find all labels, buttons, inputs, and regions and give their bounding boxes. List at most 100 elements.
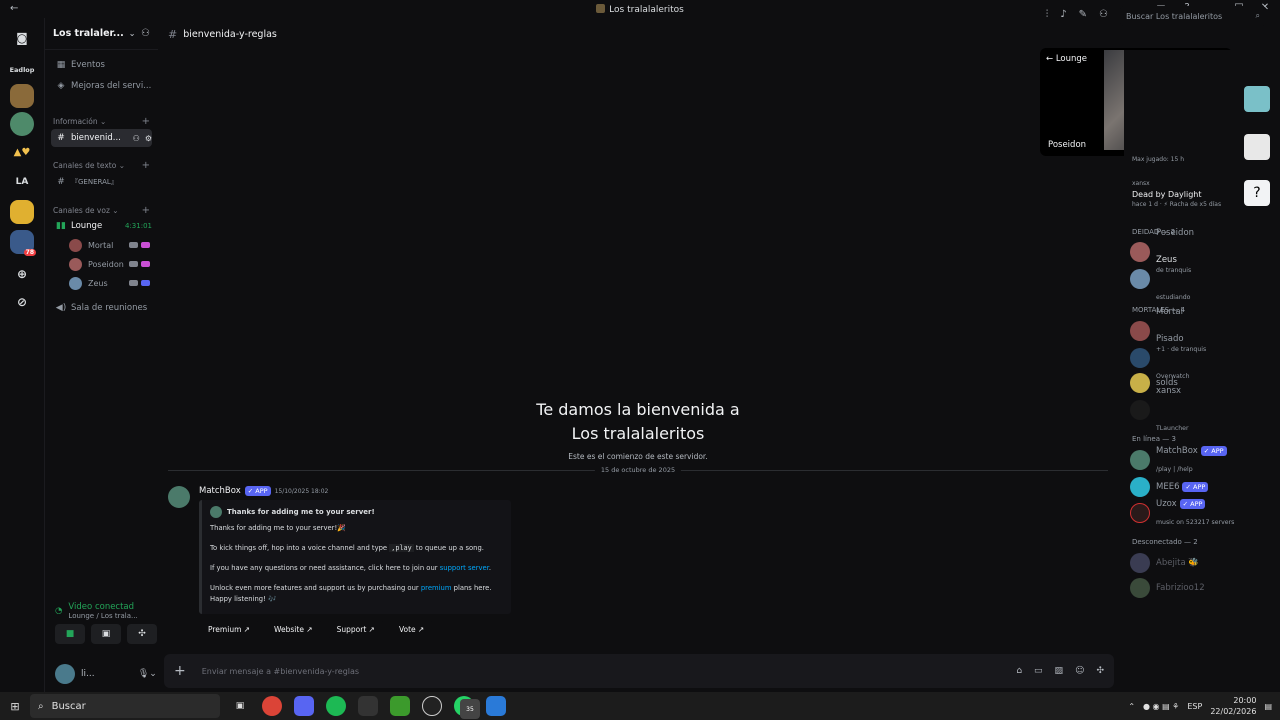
member-item[interactable]: MEE6 ✓ APP: [1130, 474, 1250, 500]
sidebar-item-eventos[interactable]: ▦ Eventos: [51, 56, 152, 74]
app-icon[interactable]: [422, 696, 442, 716]
activity-thumbnail[interactable]: [1244, 86, 1270, 112]
windows-start-icon[interactable]: ⊞: [0, 700, 30, 713]
server-folder[interactable]: 78: [10, 230, 36, 256]
server-eadlop[interactable]: Eadlop: [10, 58, 35, 82]
threads-icon[interactable]: ⫶: [1046, 9, 1049, 20]
gif-icon[interactable]: ▭: [1034, 666, 1043, 676]
message-time: 15/10/2025 18:02: [274, 487, 329, 495]
notifications-icon[interactable]: ▤: [1264, 702, 1272, 711]
member-name: Poseidon: [1156, 228, 1195, 238]
add-channel-icon[interactable]: +: [142, 160, 150, 171]
discord-icon[interactable]: [294, 696, 314, 716]
member-item[interactable]: Pisado Overwatch: [1130, 334, 1250, 380]
guild-header[interactable]: Los tralaler... ⌄ ⚇: [45, 18, 158, 50]
pip-back-link[interactable]: ← Lounge: [1046, 54, 1087, 64]
add-channel-icon[interactable]: +: [142, 205, 150, 216]
pip-user-name: Poseidon: [1048, 140, 1087, 150]
sidebar-item-boosts[interactable]: ◈ Mejoras del servi...: [51, 77, 152, 95]
server-icon[interactable]: ▲♥: [10, 140, 34, 164]
website-button[interactable]: Website ↗: [265, 620, 322, 639]
gear-icon[interactable]: ⚙: [145, 134, 152, 143]
header-toolbar: ⫶ ♪ ✎ ⚇: [1046, 9, 1108, 20]
steam-icon[interactable]: [358, 696, 378, 716]
member-item[interactable]: Fabrizioo12: [1130, 575, 1250, 601]
apps-icon[interactable]: ✣: [1096, 666, 1104, 676]
member-item[interactable]: solds: [1130, 370, 1250, 396]
member-list: Max jugado: 15 h xansx Dead by Daylight …: [1124, 50, 1280, 692]
vote-button[interactable]: Vote ↗: [389, 620, 434, 639]
support-link[interactable]: support server: [440, 564, 489, 572]
taskbar-search[interactable]: ⌕ Buscar: [30, 694, 220, 718]
member-activity: music on 523217 servers: [1156, 518, 1235, 526]
notification-badge: 78: [23, 249, 36, 256]
avatar[interactable]: [168, 486, 190, 508]
chrome-icon[interactable]: [262, 696, 282, 716]
whatsapp-icon[interactable]: 35: [454, 696, 480, 719]
activity-thumbnail[interactable]: [1244, 134, 1270, 160]
channel-general[interactable]: # 『GENERAL』: [51, 173, 152, 191]
bell-icon[interactable]: ♪: [1060, 9, 1066, 20]
add-channel-icon[interactable]: +: [142, 116, 150, 127]
message-author[interactable]: MatchBox: [199, 486, 241, 496]
clock[interactable]: 20:00 22/02/2026: [1210, 695, 1256, 717]
channel-label: 『GENERAL』: [71, 178, 118, 186]
voice-channel-lounge[interactable]: ▮▮ Lounge 4:31:01: [51, 217, 152, 235]
add-attachment-icon[interactable]: +: [174, 663, 186, 679]
question-icon[interactable]: ?: [1244, 180, 1270, 206]
search-input[interactable]: Buscar Los tralalaleritos ⌕: [1120, 6, 1266, 26]
avatar: [1130, 242, 1150, 262]
activity-game[interactable]: Dead by Daylight: [1132, 190, 1202, 199]
member-item[interactable]: Zeus estudiando: [1130, 255, 1250, 301]
member-item[interactable]: xansx TLauncher: [1130, 386, 1250, 432]
message-composer[interactable]: + Enviar mensaje a #bienvenida-y-reglas …: [164, 654, 1114, 688]
task-view-icon[interactable]: ▣: [230, 696, 250, 716]
server-icon[interactable]: [10, 112, 34, 136]
add-server-icon[interactable]: ⊕: [10, 262, 34, 286]
voice-user[interactable]: Zeus: [69, 274, 150, 292]
member-item[interactable]: Abejita 🐝: [1130, 550, 1250, 576]
category-texto[interactable]: Canales de texto ⌄ +: [53, 160, 150, 171]
spotify-icon[interactable]: [326, 696, 346, 716]
avatar: [1130, 400, 1150, 420]
member-item[interactable]: MatchBox ✓ APP/play | /help: [1130, 445, 1250, 473]
pin-icon[interactable]: ✎: [1079, 9, 1087, 20]
premium-button[interactable]: Premium ↗: [199, 620, 260, 639]
screen-share-button[interactable]: ▣: [91, 624, 121, 644]
server-la[interactable]: LA: [10, 170, 34, 194]
voice-user[interactable]: Mortal: [69, 236, 150, 254]
channel-bienvenida[interactable]: # bienvenid... ⚇ ⚙: [51, 129, 152, 147]
avatar[interactable]: [55, 664, 75, 684]
taskbar-search-label: Buscar: [51, 700, 86, 712]
mic-icon[interactable]: 🎙︎⌄: [138, 669, 157, 679]
member-item[interactable]: Mortal +1 · de tranquis: [1130, 307, 1250, 353]
folder-icon[interactable]: [10, 200, 34, 224]
explore-icon[interactable]: ⊘: [10, 290, 34, 314]
chevron-up-icon[interactable]: ⌃: [1128, 702, 1135, 711]
invite-icon[interactable]: ⚇: [141, 28, 150, 39]
member-item[interactable]: Uzox ✓ APP music on 523217 servers: [1130, 498, 1250, 526]
gift-icon[interactable]: ⌂: [1016, 666, 1022, 676]
camera-button[interactable]: ■: [55, 624, 85, 644]
minecraft-icon[interactable]: [390, 696, 410, 716]
member-activity: TLauncher: [1156, 425, 1189, 432]
activities-button[interactable]: ✣: [127, 624, 157, 644]
tray-icons[interactable]: ● ◉ ▤ ⚘: [1143, 702, 1179, 711]
voice-user[interactable]: Poseidon: [69, 255, 150, 273]
voice-channel-meeting[interactable]: ◀) Sala de reuniones: [51, 299, 152, 317]
category-informacion[interactable]: Información ⌄ +: [53, 116, 150, 127]
avatar: [1130, 321, 1150, 341]
voice-location[interactable]: Lounge / Los trala...: [68, 612, 137, 620]
sticker-icon[interactable]: ▨: [1055, 666, 1064, 676]
emoji-icon[interactable]: ☺: [1075, 666, 1084, 676]
language-indicator[interactable]: ESP: [1187, 702, 1202, 711]
support-button[interactable]: Support ↗: [327, 620, 384, 639]
server-icon[interactable]: [10, 84, 34, 108]
hash-icon: #: [168, 27, 178, 41]
app-icon[interactable]: [486, 696, 506, 716]
premium-link[interactable]: premium: [421, 584, 452, 592]
category-voz[interactable]: Canales de voz ⌄ +: [53, 205, 150, 216]
invite-icon[interactable]: ⚇: [133, 134, 140, 143]
discord-home-icon[interactable]: ◙: [10, 26, 34, 50]
members-icon[interactable]: ⚇: [1099, 9, 1108, 20]
